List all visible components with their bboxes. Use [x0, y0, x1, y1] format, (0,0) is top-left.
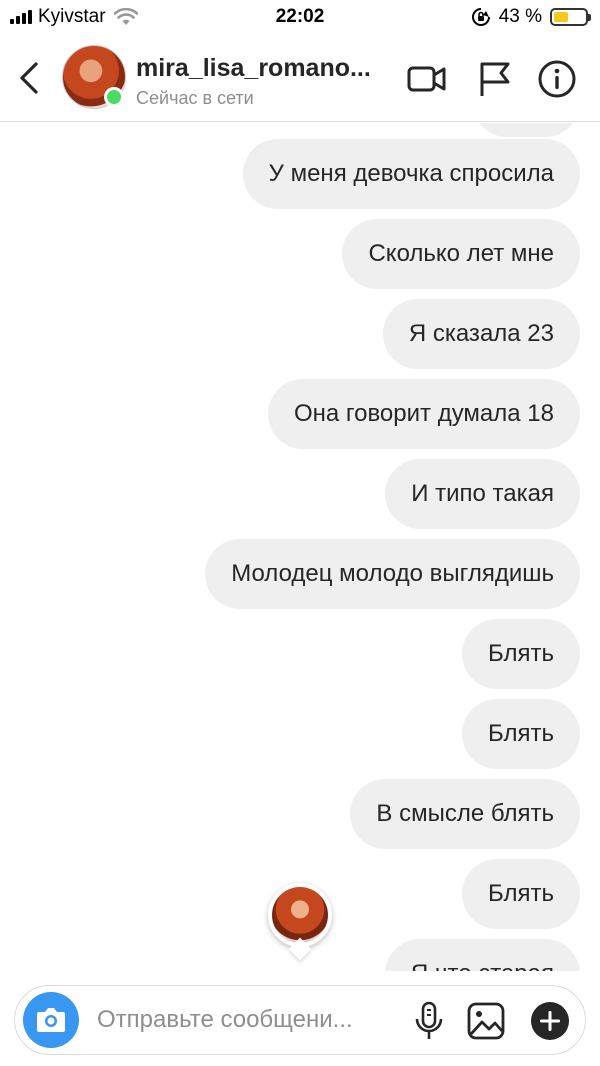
message-list[interactable]: У меня девочка спросила Сколько лет мне …	[0, 123, 600, 971]
gallery-icon	[467, 1002, 505, 1040]
camera-icon	[37, 1008, 65, 1032]
message-bubble[interactable]: И типо такая	[385, 459, 580, 529]
camera-button[interactable]	[23, 992, 79, 1048]
message-bubble[interactable]: Блять	[462, 859, 580, 929]
seen-avatar-image	[272, 887, 328, 943]
more-options-button[interactable]	[529, 1000, 571, 1042]
message-composer	[14, 985, 586, 1055]
message-bubble[interactable]: Молодец молодо выглядишь	[205, 539, 580, 609]
status-bar: Kyivstar 22:02 43 %	[0, 0, 600, 36]
info-icon	[538, 60, 576, 98]
message-bubble[interactable]: Блять	[462, 699, 580, 769]
back-icon	[20, 62, 38, 94]
profile-avatar[interactable]	[62, 45, 126, 109]
message-bubble[interactable]: Блять	[462, 619, 580, 689]
chat-screen: Kyivstar 22:02 43 % mira_lisa_romano... …	[0, 0, 600, 1066]
battery-icon	[550, 8, 591, 26]
microphone-icon	[415, 1001, 443, 1039]
message-bubble[interactable]: У меня девочка спросила	[242, 139, 580, 209]
chat-username[interactable]: mira_lisa_romano...	[136, 54, 371, 83]
online-indicator	[104, 87, 124, 107]
message-bubble[interactable]: Она говорит думала 18	[267, 379, 580, 449]
video-camera-icon	[407, 66, 446, 92]
video-call-button[interactable]	[406, 58, 448, 100]
gallery-button[interactable]	[465, 1000, 507, 1042]
report-button[interactable]	[474, 58, 516, 100]
presence-status: Сейчас в сети	[136, 88, 254, 108]
voice-message-button[interactable]	[408, 1000, 450, 1042]
info-button[interactable]	[536, 58, 578, 100]
plus-icon	[531, 1002, 569, 1040]
orientation-lock-icon	[471, 8, 490, 26]
message-bubble[interactable]: Сколько лет мне	[342, 219, 580, 289]
seen-indicator-avatar	[268, 883, 332, 961]
battery-percentage: 43 %	[498, 6, 542, 27]
flag-icon	[480, 62, 510, 96]
chat-header: mira_lisa_romano... Сейчас в сети	[0, 36, 600, 122]
message-bubble[interactable]: В смысле блять	[350, 779, 580, 849]
message-bubble[interactable]: Я сказала 23	[382, 299, 580, 369]
message-input[interactable]	[97, 998, 397, 1042]
back-button[interactable]	[16, 58, 46, 98]
message-bubble[interactable]: Я что старая	[384, 939, 580, 971]
status-right: 43 %	[471, 6, 591, 28]
message-bubble-partial-top[interactable]	[472, 123, 580, 137]
